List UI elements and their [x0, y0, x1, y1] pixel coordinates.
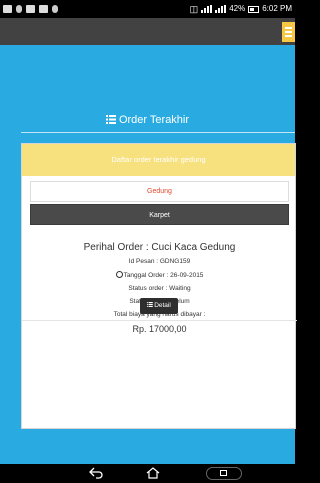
wifi-icon: ◫: [189, 4, 199, 14]
card-header: Daftar order terakhir gedung: [22, 144, 295, 176]
notification-icon: [3, 5, 12, 13]
order-title: Perihal Order : Cuci Kaca Gedung: [83, 242, 236, 253]
location-icon: [52, 5, 58, 13]
order-price: Rp. 17000,00: [132, 324, 187, 334]
status-bar: ◫ 42% 6:02 PM: [0, 0, 295, 18]
clock-icon: [115, 271, 123, 278]
card-divider: [22, 320, 297, 321]
order-date-row: Tanggal Order : 26-09-2015: [22, 271, 297, 280]
list-icon: [105, 115, 116, 127]
battery-icon: [248, 5, 260, 13]
main-content: Order Terakhir Daftar order terakhir ged…: [0, 45, 297, 464]
status-notifications: [3, 0, 58, 18]
page-title-text: Order Terakhir: [118, 114, 190, 126]
gallery-icon: [39, 5, 48, 13]
karpet-button[interactable]: Karpet: [30, 204, 289, 225]
status-time: 6:02 PM: [262, 4, 292, 13]
status-system: ◫ 42% 6:02 PM: [190, 0, 292, 18]
title-divider: [21, 132, 295, 133]
home-icon[interactable]: [146, 467, 160, 480]
detail-button-label: Detail: [154, 302, 171, 309]
page-title: Order Terakhir: [0, 114, 295, 127]
order-id: Id Pesan : GDNG159: [128, 258, 191, 265]
nav-bar: [0, 464, 295, 483]
list-icon: [147, 298, 153, 314]
gedung-button[interactable]: Gedung: [30, 181, 289, 202]
hearing-icon: [16, 5, 22, 13]
app-header: [0, 18, 295, 45]
signal-icon: [215, 5, 227, 13]
detail-button[interactable]: Detail: [140, 298, 178, 314]
signal-icon: [201, 5, 213, 13]
status-order: Status order : Waiting: [128, 285, 191, 292]
order-card: Daftar order terakhir gedung Gedung Karp…: [21, 143, 297, 429]
recents-icon[interactable]: [206, 467, 242, 480]
hamburger-icon[interactable]: [282, 22, 295, 42]
back-icon[interactable]: [88, 467, 104, 480]
battery-percent: 42%: [229, 4, 246, 13]
order-date: Tanggal Order : 26-09-2015: [123, 272, 204, 279]
image-icon: [26, 5, 35, 13]
